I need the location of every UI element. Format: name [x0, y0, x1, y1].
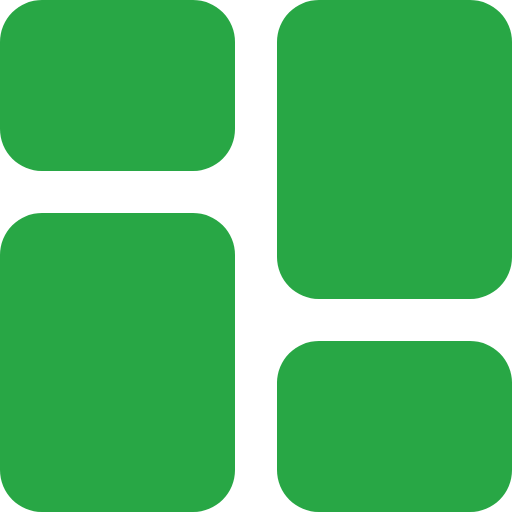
tile-top-right — [277, 0, 512, 299]
dashboard-layout-icon — [0, 0, 512, 512]
icon-canvas — [0, 0, 512, 512]
tile-bottom-right — [277, 341, 512, 512]
tile-top-left — [0, 0, 235, 171]
tile-bottom-left — [0, 213, 235, 512]
